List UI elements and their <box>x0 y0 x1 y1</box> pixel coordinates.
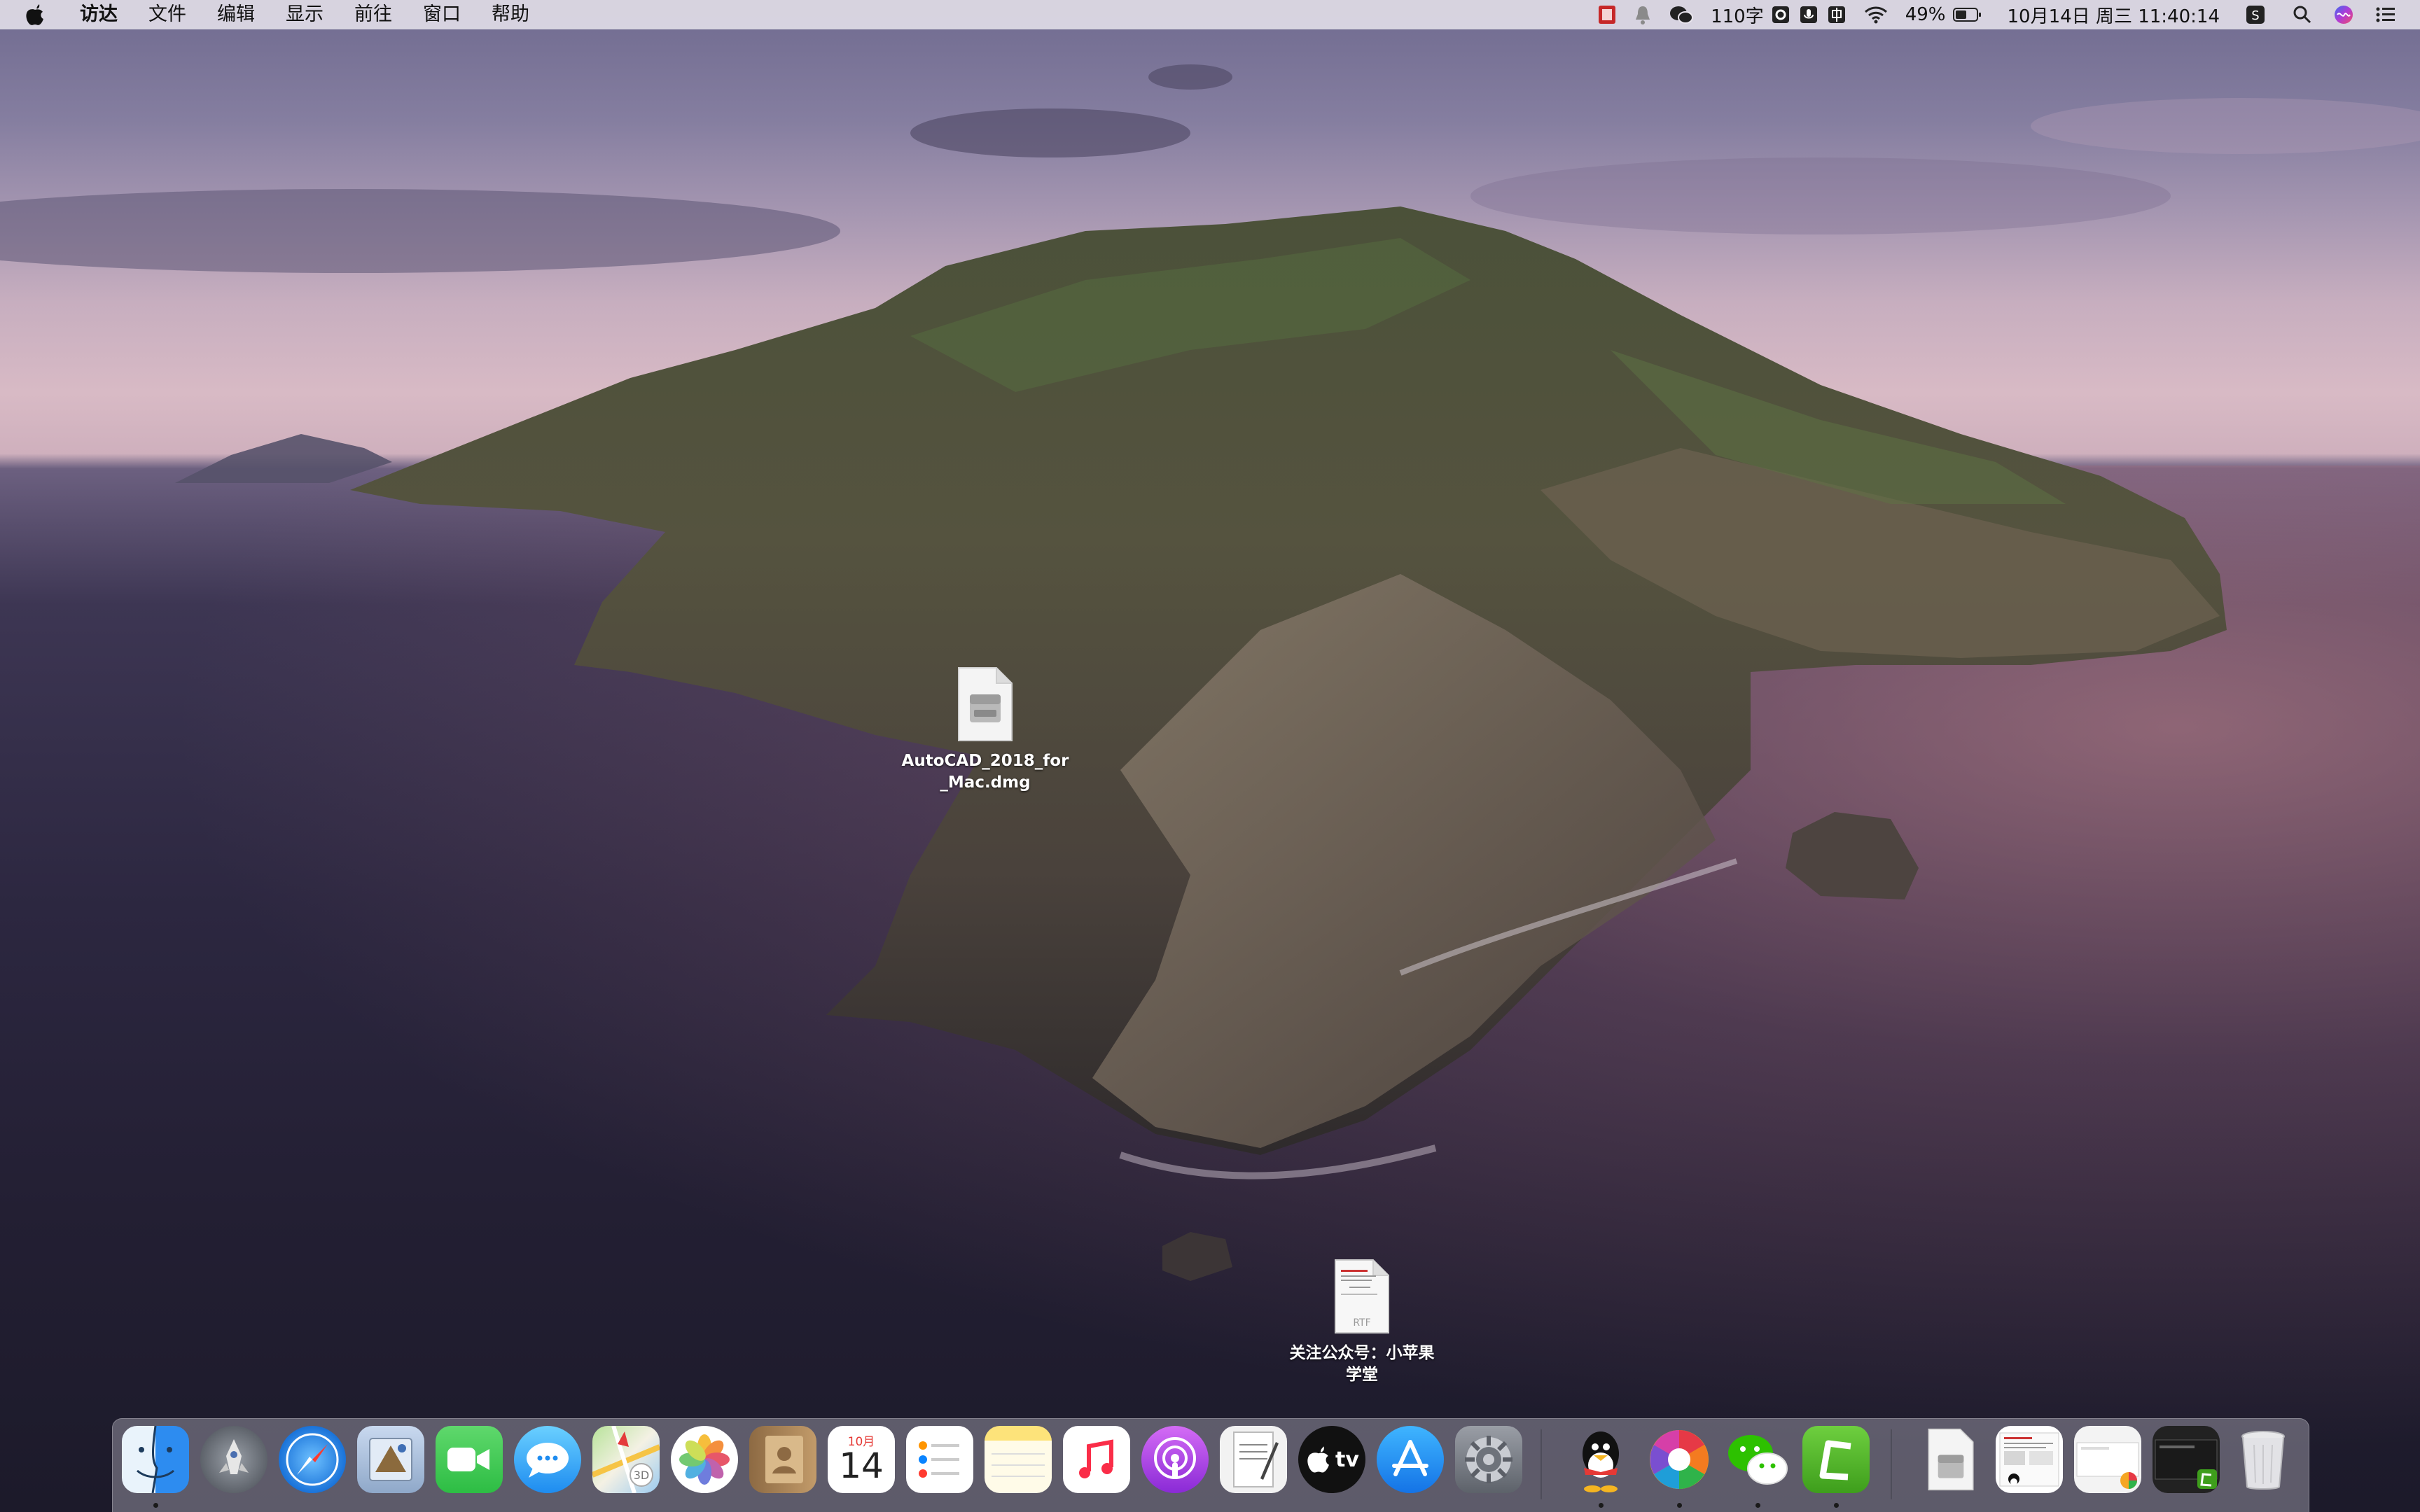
launchpad-icon[interactable] <box>200 1426 267 1493</box>
tv-icon[interactable]: tv <box>1298 1426 1365 1493</box>
menu-finder[interactable]: 访达 <box>64 0 133 29</box>
clock-text[interactable]: 10月14日 周三 11:40:14 <box>2008 0 2220 29</box>
messages-icon[interactable] <box>514 1426 581 1493</box>
desktop-file-rtf[interactable]: RTF 关注公众号：小苹果 学堂 <box>1267 1259 1456 1386</box>
dmg-file-icon[interactable] <box>1917 1426 1984 1493</box>
sync-app-icon[interactable]: S <box>2245 0 2266 29</box>
desktop-wallpaper <box>0 0 2420 1512</box>
system-preferences-icon[interactable] <box>1455 1426 1522 1493</box>
finder-icon[interactable] <box>122 1426 189 1493</box>
microphone-icon[interactable] <box>1799 0 1819 29</box>
reminders-icon[interactable] <box>906 1426 973 1493</box>
menu-window[interactable]: 窗口 <box>408 0 476 29</box>
textedit-icon[interactable] <box>1220 1426 1287 1493</box>
mail-icon[interactable] <box>357 1426 424 1493</box>
dock-separator <box>1541 1429 1542 1499</box>
island-illustration <box>0 64 2420 1281</box>
facetime-icon[interactable] <box>436 1426 503 1493</box>
wechat-icon[interactable] <box>1724 1426 1791 1493</box>
spotlight-search-icon[interactable] <box>2293 0 2312 29</box>
battery-percent-text[interactable]: 49% <box>1905 0 1946 29</box>
notification-bell-icon[interactable] <box>1634 0 1652 29</box>
notification-center-icon[interactable] <box>2375 0 2396 29</box>
word-count-text[interactable]: 110字 <box>1711 0 1764 29</box>
input-method-icon[interactable] <box>1827 0 1847 29</box>
wechat-status-icon[interactable] <box>1669 0 1694 29</box>
menu-bar-right: 110字 49% 10月14日 周三 11:40:14 S <box>1580 0 2420 29</box>
menu-file[interactable]: 文件 <box>133 0 202 29</box>
pinwheel-browser-icon[interactable] <box>1646 1426 1713 1493</box>
desktop-file-label: 关注公众号：小苹果 学堂 <box>1289 1344 1435 1384</box>
menu-go[interactable]: 前往 <box>339 0 408 29</box>
podcasts-icon[interactable] <box>1141 1426 1209 1493</box>
rtf-file-icon: RTF <box>1334 1259 1390 1334</box>
siri-icon[interactable] <box>2333 0 2354 29</box>
svg-text:S: S <box>2251 8 2259 23</box>
svg-text:3D: 3D <box>634 1469 650 1482</box>
running-indicator <box>153 1503 158 1508</box>
maps-icon[interactable]: 3D <box>592 1426 660 1493</box>
document-preview-icon[interactable] <box>1996 1426 2063 1493</box>
menu-bar: 访达 文件 编辑 显示 前往 窗口 帮助 110字 49% 10月14日 周三 … <box>0 0 2420 29</box>
desktop-file-autocad-dmg[interactable]: AutoCAD_2018_for _Mac.dmg <box>891 666 1080 794</box>
desktop-file-label: AutoCAD_2018_for _Mac.dmg <box>901 752 1069 792</box>
menu-bar-left: 访达 文件 编辑 显示 前往 窗口 帮助 <box>0 0 545 29</box>
apple-icon[interactable] <box>25 3 49 27</box>
recording-icon[interactable] <box>2153 1426 2220 1493</box>
menu-edit[interactable]: 编辑 <box>202 0 270 29</box>
safari-icon[interactable] <box>279 1426 346 1493</box>
photos-icon[interactable] <box>671 1426 738 1493</box>
camtasia-icon[interactable] <box>1802 1426 1870 1493</box>
wifi-icon[interactable] <box>1863 0 1889 29</box>
music-icon[interactable] <box>1063 1426 1130 1493</box>
rtf-badge: RTF <box>1353 1317 1371 1329</box>
qq-icon[interactable] <box>1567 1426 1634 1493</box>
running-indicator <box>1677 1503 1682 1508</box>
screen-record-icon[interactable] <box>1771 0 1790 29</box>
record-app-icon[interactable] <box>1597 0 1617 29</box>
menu-help[interactable]: 帮助 <box>476 0 545 29</box>
running-indicator <box>1834 1503 1839 1508</box>
notes-icon[interactable] <box>985 1426 1052 1493</box>
trash-icon[interactable] <box>2230 1426 2297 1493</box>
dock-separator <box>1891 1429 1892 1499</box>
running-indicator <box>1599 1503 1604 1508</box>
contacts-icon[interactable] <box>749 1426 816 1493</box>
battery-icon[interactable] <box>1952 0 1982 29</box>
calendar-icon[interactable]: 10月 14 <box>828 1426 895 1493</box>
running-indicator <box>1755 1503 1760 1508</box>
calendar-day: 14 <box>839 1446 884 1486</box>
tv-label: tv <box>1335 1447 1359 1472</box>
dmg-file-icon <box>957 666 1013 742</box>
screenshot-icon[interactable] <box>2074 1426 2141 1493</box>
app-store-icon[interactable] <box>1377 1426 1444 1493</box>
menu-view[interactable]: 显示 <box>270 0 339 29</box>
